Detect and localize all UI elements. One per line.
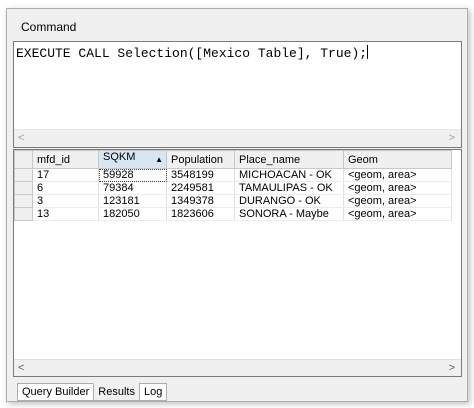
column-header-geom[interactable]: Geom xyxy=(343,150,452,169)
cell-mfd-id[interactable]: 6 xyxy=(32,181,99,195)
row-selector[interactable] xyxy=(14,168,33,182)
row-selector[interactable] xyxy=(14,207,33,221)
cell-sqkm[interactable]: 59928 xyxy=(98,168,167,182)
cell-population[interactable]: 1823606 xyxy=(166,207,235,221)
tab-log[interactable]: Log xyxy=(138,383,168,401)
bottom-tab-bar: Query Builder Results Log xyxy=(17,383,168,401)
cell-sqkm[interactable]: 79384 xyxy=(98,181,167,195)
cell-geom[interactable]: <geom, area> xyxy=(343,168,452,182)
window-title: Command xyxy=(21,20,77,34)
scroll-right-icon[interactable]: > xyxy=(449,362,455,374)
table-row[interactable]: 6 79384 2249581 TAMAULIPAS - OK <geom, a… xyxy=(14,181,452,195)
cell-place-name[interactable]: TAMAULIPAS - OK xyxy=(234,181,344,195)
results-grid[interactable]: mfd_id SQKM ▲ Population Place_name Geom … xyxy=(13,149,462,377)
row-selector-header[interactable] xyxy=(14,150,33,169)
command-text[interactable]: EXECUTE CALL Selection([Mexico Table], T… xyxy=(16,45,369,61)
cell-place-name[interactable]: MICHOACAN - OK xyxy=(234,168,344,182)
cell-mfd-id[interactable]: 17 xyxy=(32,168,99,182)
cell-place-name[interactable]: SONORA - Maybe xyxy=(234,207,344,221)
table-row[interactable]: 3 123181 1349378 DURANGO - OK <geom, are… xyxy=(14,194,452,208)
cell-mfd-id[interactable]: 13 xyxy=(32,207,99,221)
scroll-left-icon[interactable]: < xyxy=(18,132,24,144)
results-table: mfd_id SQKM ▲ Population Place_name Geom … xyxy=(14,150,452,221)
tab-results[interactable]: Results xyxy=(93,383,140,401)
text-caret xyxy=(367,45,369,59)
cell-mfd-id[interactable]: 3 xyxy=(32,194,99,208)
column-header-sqkm[interactable]: SQKM ▲ xyxy=(98,150,167,169)
cell-population[interactable]: 3548199 xyxy=(166,168,235,182)
scroll-right-icon[interactable]: > xyxy=(449,132,455,144)
cell-geom[interactable]: <geom, area> xyxy=(343,207,452,221)
table-row[interactable]: 17 59928 3548199 MICHOACAN - OK <geom, a… xyxy=(14,168,452,182)
tab-query-builder[interactable]: Query Builder xyxy=(17,383,95,401)
row-selector[interactable] xyxy=(14,194,33,208)
grid-horizontal-scrollbar[interactable]: < > xyxy=(14,359,461,376)
command-editor[interactable]: EXECUTE CALL Selection([Mexico Table], T… xyxy=(13,41,462,148)
editor-horizontal-scrollbar[interactable]: < > xyxy=(14,129,461,147)
column-header-mfd-id[interactable]: mfd_id xyxy=(32,150,99,169)
cell-geom[interactable]: <geom, area> xyxy=(343,194,452,208)
cell-population[interactable]: 2249581 xyxy=(166,181,235,195)
column-header-place-name[interactable]: Place_name xyxy=(234,150,344,169)
cell-place-name[interactable]: DURANGO - OK xyxy=(234,194,344,208)
cell-sqkm[interactable]: 123181 xyxy=(98,194,167,208)
cell-population[interactable]: 1349378 xyxy=(166,194,235,208)
table-row[interactable]: 13 182050 1823606 SONORA - Maybe <geom, … xyxy=(14,207,452,221)
sort-ascending-icon: ▲ xyxy=(155,155,163,164)
column-header-population[interactable]: Population xyxy=(166,150,235,169)
row-selector[interactable] xyxy=(14,181,33,195)
cell-geom[interactable]: <geom, area> xyxy=(343,181,452,195)
cell-sqkm[interactable]: 182050 xyxy=(98,207,167,221)
scroll-left-icon[interactable]: < xyxy=(18,362,24,374)
command-window: Command EXECUTE CALL Selection([Mexico T… xyxy=(6,8,468,402)
